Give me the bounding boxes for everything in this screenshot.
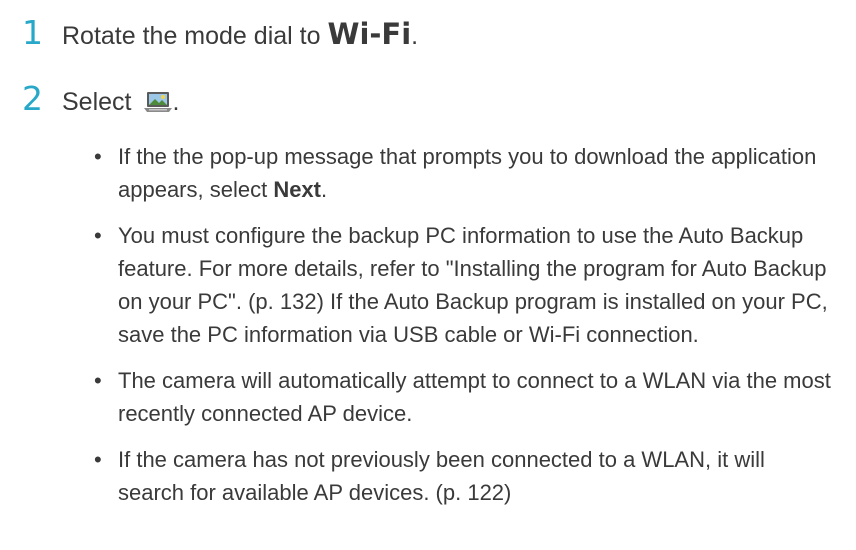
instruction-page: 1 Rotate the mode dial to Wi-Fi. 2 Selec…: [0, 0, 856, 550]
bullet-item: • You must configure the backup PC infor…: [94, 219, 834, 351]
step-2: 2 Select .: [22, 82, 179, 117]
bullet-2-text: You must configure the backup PC informa…: [118, 223, 828, 347]
bullet-3-text: The camera will automatically attempt to…: [118, 368, 831, 426]
bullet-item: • If the the pop-up message that prompts…: [94, 140, 834, 206]
step-1: 1 Rotate the mode dial to Wi-Fi.: [22, 16, 418, 52]
bullet-dot: •: [94, 223, 102, 248]
bullet-item: • The camera will automatically attempt …: [94, 364, 834, 430]
wifi-mode-label: Wi-Fi: [327, 17, 412, 51]
step-1-suffix: .: [411, 22, 419, 50]
bullet-dot: •: [94, 447, 102, 472]
bullet-dot: •: [94, 144, 102, 169]
step-1-prefix: Rotate the mode dial to: [62, 22, 328, 50]
step-2-number: 2: [22, 79, 43, 118]
bullet-1-before: If the the pop-up message that prompts y…: [118, 144, 817, 202]
step-2-suffix: .: [172, 88, 180, 116]
pc-auto-backup-icon: [144, 90, 173, 112]
next-label: Next: [273, 177, 321, 202]
bullet-item: • If the camera has not previously been …: [94, 443, 834, 509]
step-1-number: 1: [22, 13, 43, 52]
step-2-text: Select .: [62, 87, 179, 117]
step-2-prefix: Select: [62, 88, 139, 116]
bullet-1-after: .: [321, 177, 328, 202]
bullet-4-text: If the camera has not previously been co…: [118, 447, 765, 505]
step-1-text: Rotate the mode dial to Wi-Fi.: [62, 17, 418, 52]
bullet-dot: •: [94, 368, 102, 393]
bullet-list: • If the the pop-up message that prompts…: [94, 140, 834, 522]
